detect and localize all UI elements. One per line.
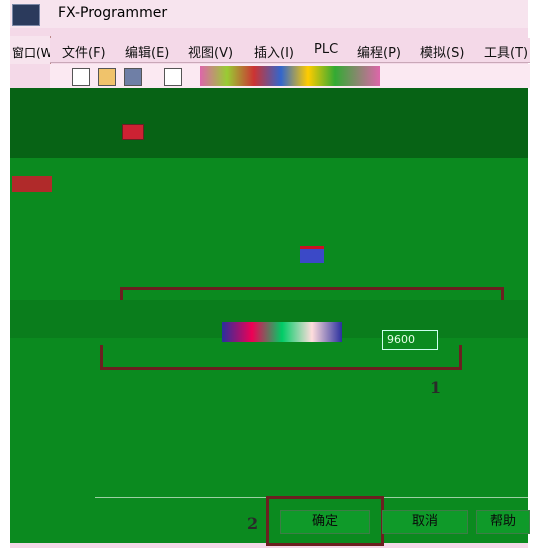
print-icon[interactable] <box>164 68 182 86</box>
menu-program[interactable]: 编程(P) <box>357 42 401 61</box>
menu-insert[interactable]: 插入(I) <box>254 42 294 61</box>
dialog-header-shade <box>10 88 528 158</box>
help-button[interactable]: 帮助 <box>476 510 530 534</box>
callout-label-2: 2 <box>247 514 259 533</box>
port-icon <box>300 246 324 263</box>
toolbar-icons-strip <box>200 66 380 86</box>
ok-button[interactable]: 确定 <box>280 510 370 534</box>
setting-icon <box>122 124 144 140</box>
open-folder-icon[interactable] <box>98 68 116 86</box>
app-icon <box>12 4 40 26</box>
menu-tools[interactable]: 工具(T) <box>484 42 528 61</box>
menu-view[interactable]: 视图(V) <box>188 42 233 61</box>
window-title: FX-Programmer <box>58 5 168 21</box>
cancel-button[interactable]: 取消 <box>382 510 468 534</box>
menu-simulate[interactable]: 模拟(S) <box>420 42 464 61</box>
baud-rate-input[interactable]: 9600 <box>382 330 438 350</box>
menu-plc[interactable]: PLC <box>314 42 338 57</box>
callout-label-1: 1 <box>430 378 442 397</box>
protocol-dropdown[interactable] <box>222 322 342 342</box>
new-file-icon[interactable] <box>72 68 90 86</box>
side-marker <box>12 176 52 192</box>
save-icon[interactable] <box>124 68 142 86</box>
left-window-tab-label: 窗口(W <box>12 46 53 60</box>
menu-edit[interactable]: 编辑(E) <box>125 42 169 61</box>
menu-file[interactable]: 文件(F) <box>62 42 106 61</box>
